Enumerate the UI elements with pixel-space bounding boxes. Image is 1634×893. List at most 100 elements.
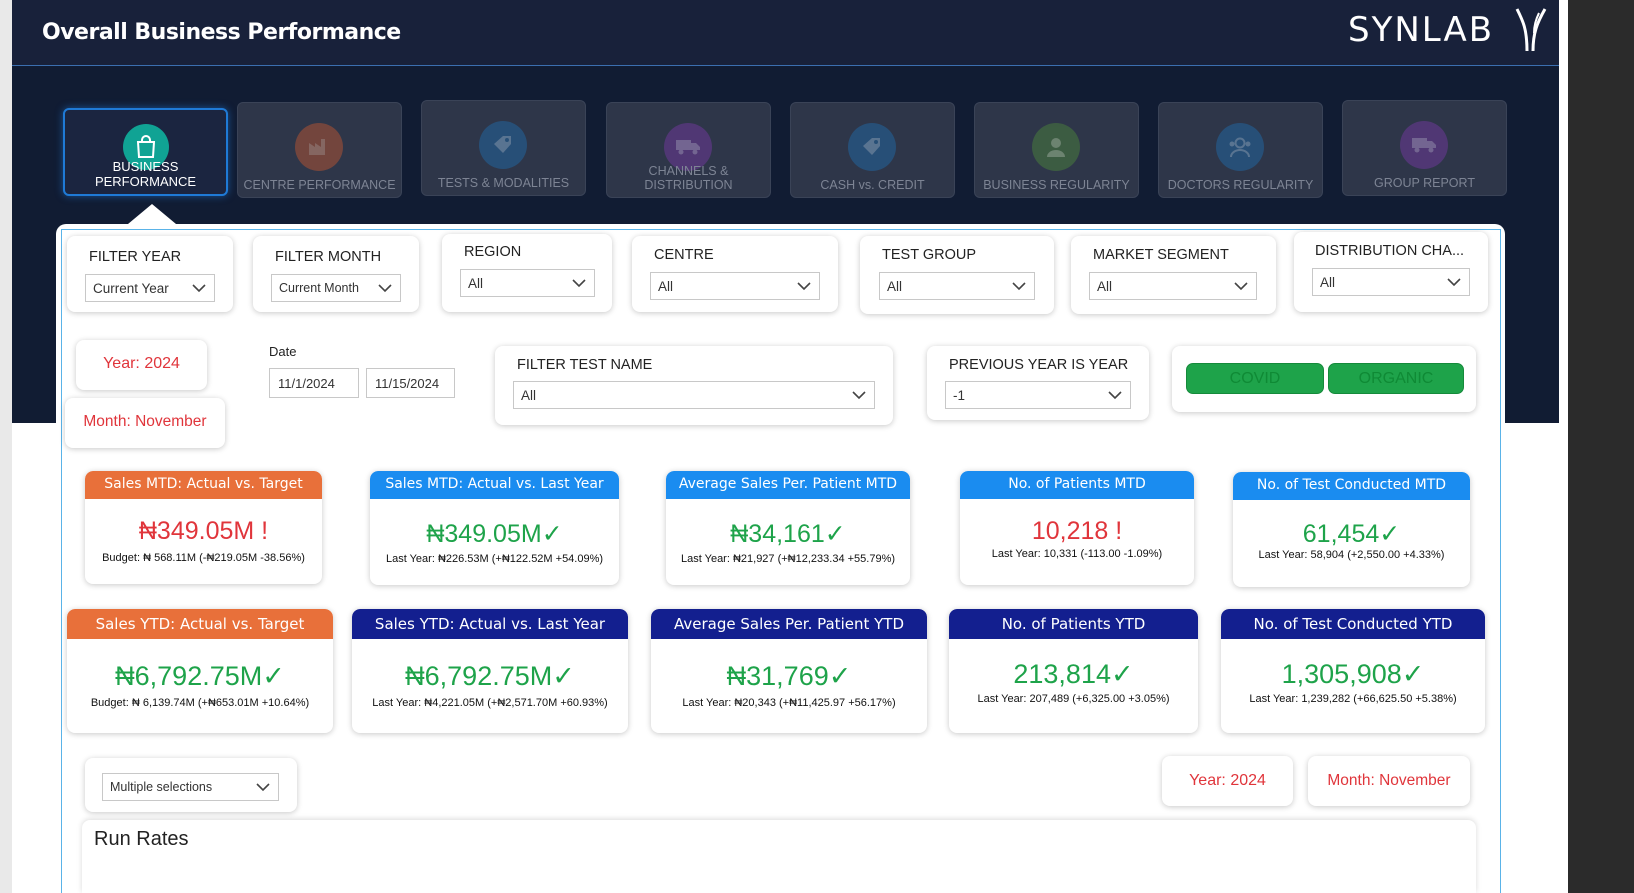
region-dropdown[interactable]: All xyxy=(460,269,595,297)
kpi-value: ₦349.05M✓ xyxy=(426,520,563,548)
test-group-label: TEST GROUP xyxy=(882,247,976,263)
previous-year-label: PREVIOUS YEAR IS YEAR xyxy=(949,357,1129,373)
tab-label: DOCTORS REGULARITY xyxy=(1167,178,1314,192)
kpi-value: ₦349.05M ! xyxy=(138,517,269,545)
tab-channels-distribution[interactable]: CHANNELS & DISTRIBUTION xyxy=(606,102,771,198)
tab-label: BUSINESS REGULARITY xyxy=(983,178,1130,192)
tab-label: CHANNELS & DISTRIBUTION xyxy=(644,164,733,192)
dropdown-value: Current Month xyxy=(279,281,359,295)
kpi-patients-ytd: No. of Patients YTD 213,814✓ Last Year: … xyxy=(949,609,1198,733)
multiple-selection-dropdown[interactable]: Multiple selections xyxy=(102,773,279,801)
logo-text: SYNLAB xyxy=(1348,10,1495,50)
kpi-title: Sales YTD: Actual vs. Target xyxy=(67,609,333,639)
check-icon: ✓ xyxy=(1401,659,1425,689)
tab-label: CENTRE PERFORMANCE xyxy=(243,178,396,192)
tab-label: GROUP REPORT xyxy=(1374,176,1475,190)
filter-test-name-dropdown[interactable]: All xyxy=(513,381,875,409)
kpi-title: Sales MTD: Actual vs. Target xyxy=(85,471,322,499)
kpi-value: ₦34,161✓ xyxy=(730,520,846,548)
kpi-subtext: Last Year: ₦4,221.05M (+₦2,571.70M +60.9… xyxy=(372,697,608,709)
region-label: REGION xyxy=(464,244,522,260)
check-icon: ✓ xyxy=(262,661,285,691)
kpi-sales-mtd-last-year: Sales MTD: Actual vs. Last Year ₦349.05M… xyxy=(370,471,619,585)
year-context-bottom: Year: 2024 xyxy=(1189,772,1266,789)
centre-dropdown[interactable]: All xyxy=(650,272,820,300)
active-tab-pointer xyxy=(128,204,176,224)
outer-background xyxy=(1568,0,1634,893)
logo-mark-icon xyxy=(1515,8,1547,52)
tag-icon xyxy=(848,123,896,171)
kpi-value: 1,305,908✓ xyxy=(1281,659,1425,689)
kpi-title: Average Sales Per. Patient MTD xyxy=(666,471,910,499)
run-rates-title: Run Rates xyxy=(94,828,189,850)
tab-cash-vs-credit[interactable]: CASH vs. CREDIT xyxy=(790,102,955,198)
filter-test-name-label: FILTER TEST NAME xyxy=(517,357,653,373)
date-end-input[interactable]: 11/15/2024 xyxy=(366,368,455,398)
kpi-avg-sales-ytd: Average Sales Per. Patient YTD ₦31,769✓ … xyxy=(651,609,927,733)
kpi-subtext: Last Year: ₦226.53M (+₦122.52M +54.09%) xyxy=(385,553,604,565)
kpi-title: No. of Patients MTD xyxy=(960,471,1194,499)
kpi-title: Sales MTD: Actual vs. Last Year xyxy=(370,471,619,499)
kpi-sales-mtd-target: Sales MTD: Actual vs. Target ₦349.05M ! … xyxy=(85,471,322,584)
check-icon: ✓ xyxy=(541,520,563,548)
check-icon: ✓ xyxy=(828,661,852,691)
kpi-value: 213,814✓ xyxy=(1013,659,1134,689)
tab-group-report[interactable]: GROUP REPORT xyxy=(1342,100,1507,196)
kpi-title: Sales YTD: Actual vs. Last Year xyxy=(352,609,628,639)
kpi-sales-ytd-target: Sales YTD: Actual vs. Target ₦6,792.75M✓… xyxy=(67,609,333,733)
kpi-title: No. of Test Conducted MTD xyxy=(1233,472,1470,500)
check-icon: ✓ xyxy=(1110,659,1134,689)
alert-icon: ! xyxy=(261,517,269,545)
previous-year-dropdown[interactable]: -1 xyxy=(945,381,1131,409)
kpi-tests-mtd: No. of Test Conducted MTD 61,454✓ Last Y… xyxy=(1233,472,1470,587)
kpi-value: ₦6,792.75M✓ xyxy=(405,661,575,691)
tab-centre-performance[interactable]: CENTRE PERFORMANCE xyxy=(237,102,402,198)
check-icon: ✓ xyxy=(1379,520,1401,548)
dashboard-canvas: Overall Business Performance SYNLAB BUSI… xyxy=(0,0,1568,893)
kpi-subtext: Last Year: 10,331 (-113.00 -1.09%) xyxy=(991,548,1163,560)
filter-year-dropdown[interactable]: Current Year xyxy=(85,274,215,302)
kpi-tests-ytd: No. of Test Conducted YTD 1,305,908✓ Las… xyxy=(1221,609,1485,733)
chevron-down-icon xyxy=(1447,278,1461,287)
chevron-down-icon xyxy=(1012,282,1026,291)
dropdown-value: All xyxy=(887,279,903,294)
kpi-avg-sales-mtd: Average Sales Per. Patient MTD ₦34,161✓ … xyxy=(666,471,910,585)
year-context: Year: 2024 xyxy=(103,355,180,372)
market-segment-dropdown[interactable]: All xyxy=(1089,272,1257,300)
chevron-down-icon xyxy=(1234,282,1248,291)
tab-doctors-regularity[interactable]: DOCTORS REGULARITY xyxy=(1158,102,1323,198)
covid-toggle[interactable]: COVID xyxy=(1186,363,1324,394)
tab-tests-modalities[interactable]: TESTS & MODALITIES xyxy=(421,100,586,196)
header-bar: Overall Business Performance xyxy=(12,0,1559,66)
month-context-bottom: Month: November xyxy=(1327,772,1451,789)
tab-business-performance[interactable]: BUSINESS PERFORMANCE xyxy=(63,108,228,196)
kpi-patients-mtd: No. of Patients MTD 10,218 ! Last Year: … xyxy=(960,471,1194,585)
dropdown-value: All xyxy=(468,276,484,291)
centre-label: CENTRE xyxy=(654,247,714,263)
date-start-input[interactable]: 11/1/2024 xyxy=(269,368,359,398)
dropdown-value: -1 xyxy=(953,388,966,403)
dropdown-value: Current Year xyxy=(93,281,169,296)
organic-toggle[interactable]: ORGANIC xyxy=(1328,363,1464,394)
doctor-icon xyxy=(1216,123,1264,171)
tab-label: CASH vs. CREDIT xyxy=(820,178,925,192)
kpi-subtext: Last Year: ₦21,927 (+₦12,233.34 +55.79%) xyxy=(680,553,896,565)
kpi-subtext: Budget: ₦ 6,139.74M (+₦653.01M +10.64%) xyxy=(90,697,310,709)
kpi-value: ₦6,792.75M✓ xyxy=(115,661,285,691)
check-icon: ✓ xyxy=(824,520,846,548)
kpi-value: 61,454✓ xyxy=(1302,520,1401,548)
date-label: Date xyxy=(269,344,297,359)
test-group-dropdown[interactable]: All xyxy=(879,272,1035,300)
run-rates-card xyxy=(82,820,1476,893)
kpi-subtext: Last Year: 1,239,282 (+66,625.50 +5.38%) xyxy=(1249,693,1457,705)
tab-business-regularity[interactable]: BUSINESS REGULARITY xyxy=(974,102,1139,198)
distribution-channel-dropdown[interactable]: All xyxy=(1312,268,1470,296)
dropdown-value: Multiple selections xyxy=(110,780,213,794)
page-title: Overall Business Performance xyxy=(42,20,401,45)
filter-month-dropdown[interactable]: Current Month xyxy=(271,274,401,302)
kpi-title: Average Sales Per. Patient YTD xyxy=(651,609,927,639)
tab-label: TESTS & MODALITIES xyxy=(437,176,570,190)
distribution-channel-label: DISTRIBUTION CHA... xyxy=(1315,243,1465,259)
kpi-value: ₦31,769✓ xyxy=(726,661,852,691)
market-segment-label: MARKET SEGMENT xyxy=(1093,247,1229,263)
